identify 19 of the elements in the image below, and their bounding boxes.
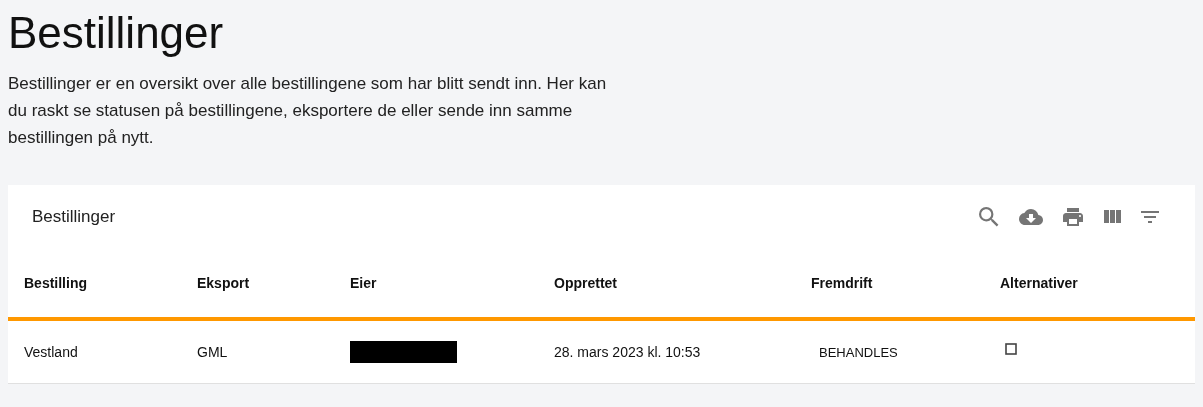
table-cell-text: Vestland (24, 344, 79, 360)
column-header: Fremdrift (811, 275, 874, 291)
cloud-download-icon[interactable] (1019, 208, 1043, 226)
column-header: Opprettet (554, 275, 618, 291)
table-cell-text: 28. mars 2023 kl. 10:53 (554, 344, 702, 360)
column-header: Eier (350, 275, 378, 291)
filter-icon[interactable] (1141, 211, 1159, 223)
status-label: BEHANDLES (818, 344, 899, 360)
print-icon[interactable] (1063, 208, 1083, 226)
table-title: Bestillinger (32, 207, 116, 227)
columns-icon[interactable] (1103, 210, 1121, 224)
page-title: Bestillinger (8, 7, 225, 59)
page-description: Bestillinger er en oversikt over alle bestillingene som har blitt sendt inn. Her kan du raskt se statusen på bestillingene, eksportere de eller sende inn samme bestillingen på nytt. (8, 73, 608, 149)
column-header: Alternativer (1000, 275, 1079, 291)
square-icon[interactable] (1005, 343, 1017, 355)
column-header: Eksport (197, 275, 251, 291)
search-icon[interactable] (979, 207, 999, 227)
table-cell-text: GML (197, 344, 229, 360)
column-header: Bestilling (24, 275, 88, 291)
